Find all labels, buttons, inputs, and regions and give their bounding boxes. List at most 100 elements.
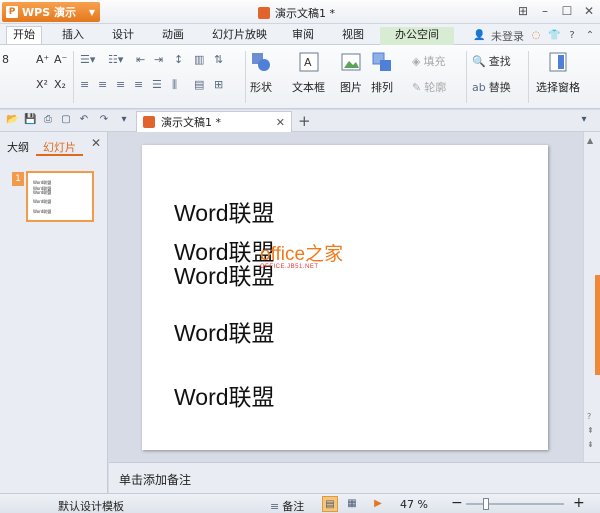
normal-view-icon[interactable]: ▤ [322, 496, 338, 512]
bullets-icon[interactable]: ☰▾ [80, 53, 95, 66]
scroll-help-icon[interactable]: ? [587, 412, 591, 421]
new-tab-icon[interactable]: + [298, 112, 311, 130]
title-bar: P WPS 演示 ▼ 演示文稿1 * ⊞ – ☐ ✕ [0, 0, 600, 24]
slide-canvas[interactable]: Word联盟 Word联盟 Word联盟 Word联盟 Word联盟 offic… [142, 145, 548, 450]
pen-icon: ✎ [412, 80, 422, 94]
arrange-label: 排列 [371, 81, 393, 94]
sync-icon[interactable]: ◌ [530, 30, 542, 42]
minimize-icon[interactable]: – [534, 0, 556, 22]
zoom-in-icon[interactable]: + [573, 495, 585, 511]
convert-icon[interactable]: ⊞ [214, 78, 223, 91]
zoom-slider[interactable] [466, 498, 564, 510]
skin-icon[interactable]: 👕 [548, 30, 560, 42]
superscript-button[interactable]: X² [36, 78, 48, 91]
slide-text-line[interactable]: Word联盟 [174, 314, 275, 348]
slide-text-line[interactable]: Word联盟 [174, 194, 275, 228]
tab-slideshow[interactable]: 幻灯片放映 [206, 27, 273, 45]
tab-review[interactable]: 审阅 [286, 27, 320, 45]
align-center-icon[interactable]: ≡ [98, 78, 107, 91]
text-direction-icon[interactable]: ⇅ [214, 53, 223, 66]
outline-button[interactable]: ✎ 轮廓 [412, 79, 446, 95]
collapse-ribbon-icon[interactable]: ⌃ [584, 30, 596, 42]
replace-icon: ab [472, 80, 486, 94]
replace-button[interactable]: ab 替换 [472, 79, 511, 95]
tab-list-icon[interactable]: ▾ [578, 114, 590, 126]
notes-pane[interactable]: 单击添加备注 [109, 462, 600, 493]
tab-insert[interactable]: 插入 [56, 27, 90, 45]
tab-outline[interactable]: 大纲 [0, 136, 36, 156]
slide-number-badge: 1 [12, 172, 24, 186]
design-template-label[interactable]: 默认设计模板 [58, 498, 124, 513]
selection-pane-button[interactable]: 选择窗格 [536, 51, 580, 95]
columns-icon[interactable]: ▥ [194, 53, 204, 66]
customize-dropdown-icon[interactable]: ▾ [118, 114, 130, 126]
thumbnail-line: Word联盟 [33, 190, 52, 195]
open-folder-icon[interactable]: 📂 [6, 114, 18, 126]
save-icon[interactable]: 💾 [24, 114, 36, 126]
document-tab[interactable]: 演示文稿1 * ✕ [136, 111, 292, 132]
text-align-vertical-icon[interactable]: ⫼ [172, 78, 177, 92]
arrange-button[interactable]: 排列 [371, 51, 393, 95]
maximize-icon[interactable]: ☐ [556, 0, 578, 22]
print-icon[interactable]: ⎙ [42, 114, 54, 126]
textbox-icon: A [299, 52, 318, 72]
redo-icon[interactable]: ↷ [98, 114, 110, 126]
justify-icon[interactable]: ≡ [134, 78, 143, 91]
tab-office-space[interactable]: 办公空间 [380, 27, 454, 45]
slide-thumbnail[interactable]: Word联盟 Word联盟 Word联盟 Word联盟 Word联盟 [26, 171, 94, 222]
slide-text-line[interactable]: Word联盟 [174, 378, 275, 412]
window-controls: ⊞ – ☐ ✕ [512, 0, 600, 22]
scroll-handle[interactable] [595, 275, 600, 375]
chevron-down-icon: ▼ [88, 7, 95, 17]
numbering-icon[interactable]: ☷▾ [108, 53, 123, 66]
distribute-icon[interactable]: ☰ [152, 78, 162, 91]
window-title: 演示文稿1 * [258, 5, 335, 21]
vertical-scrollbar[interactable]: ▲ ? ⇞ ⇟ [583, 132, 600, 462]
notes-toggle-label: 备注 [282, 500, 305, 513]
help-icon[interactable]: ? [566, 30, 578, 42]
ribbon-separator [245, 51, 246, 103]
scroll-up-icon[interactable]: ▲ [587, 136, 593, 145]
slideshow-view-icon[interactable]: ▶ [370, 496, 386, 512]
previous-slide-icon[interactable]: ⇞ [587, 426, 594, 435]
picture-label: 图片 [340, 81, 362, 94]
decrease-indent-icon[interactable]: ⇤ [136, 53, 145, 66]
line-spacing-icon[interactable]: ↕ [174, 53, 183, 66]
notes-icon: ≡ [270, 499, 280, 513]
slide-sorter-view-icon[interactable]: ▦ [344, 496, 360, 512]
textbox-label: 文本框 [292, 81, 325, 94]
smart-art-icon[interactable]: ▤ [194, 78, 204, 91]
wps-app-menu-button[interactable]: P WPS 演示 ▼ [2, 2, 100, 22]
tab-animation[interactable]: 动画 [156, 27, 190, 45]
watermark-logo: office之家 OFFICE.JB51.NET [260, 239, 343, 270]
align-right-icon[interactable]: ≡ [116, 78, 125, 91]
picture-button[interactable]: 图片 [340, 51, 362, 95]
shape-button[interactable]: 形状 [250, 51, 272, 95]
zoom-slider-thumb[interactable] [483, 498, 489, 510]
subscript-button[interactable]: X₂ [54, 78, 66, 91]
restore-layout-icon[interactable]: ⊞ [512, 0, 534, 22]
close-pane-icon[interactable]: ✕ [91, 136, 101, 150]
login-status[interactable]: 未登录 [491, 28, 524, 44]
notes-toggle-button[interactable]: ≡ 备注 [270, 498, 304, 513]
align-left-icon[interactable]: ≡ [80, 78, 89, 91]
fill-button[interactable]: ◈ 填充 [412, 53, 445, 69]
next-slide-icon[interactable]: ⇟ [587, 440, 594, 449]
textbox-button[interactable]: A 文本框 [292, 51, 325, 95]
zoom-out-icon[interactable]: − [451, 495, 463, 511]
find-button[interactable]: 🔍 查找 [472, 53, 511, 69]
font-size-dropdown-icon[interactable]: 8 [2, 53, 9, 66]
print-preview-icon[interactable]: ▢ [60, 114, 72, 126]
tab-design[interactable]: 设计 [106, 27, 140, 45]
increase-indent-icon[interactable]: ⇥ [154, 53, 163, 66]
tab-view[interactable]: 视图 [336, 27, 370, 45]
undo-icon[interactable]: ↶ [78, 114, 90, 126]
wps-logo-icon: P [6, 6, 18, 18]
shrink-font-button[interactable]: A⁻ [54, 53, 67, 66]
close-icon[interactable]: ✕ [578, 0, 600, 22]
tab-slides[interactable]: 幻灯片 [36, 136, 83, 156]
thumbnail-line: Word联盟 [33, 199, 52, 204]
close-tab-icon[interactable]: ✕ [276, 116, 285, 129]
tab-home[interactable]: 开始 [6, 26, 42, 44]
grow-font-button[interactable]: A⁺ [36, 53, 49, 66]
